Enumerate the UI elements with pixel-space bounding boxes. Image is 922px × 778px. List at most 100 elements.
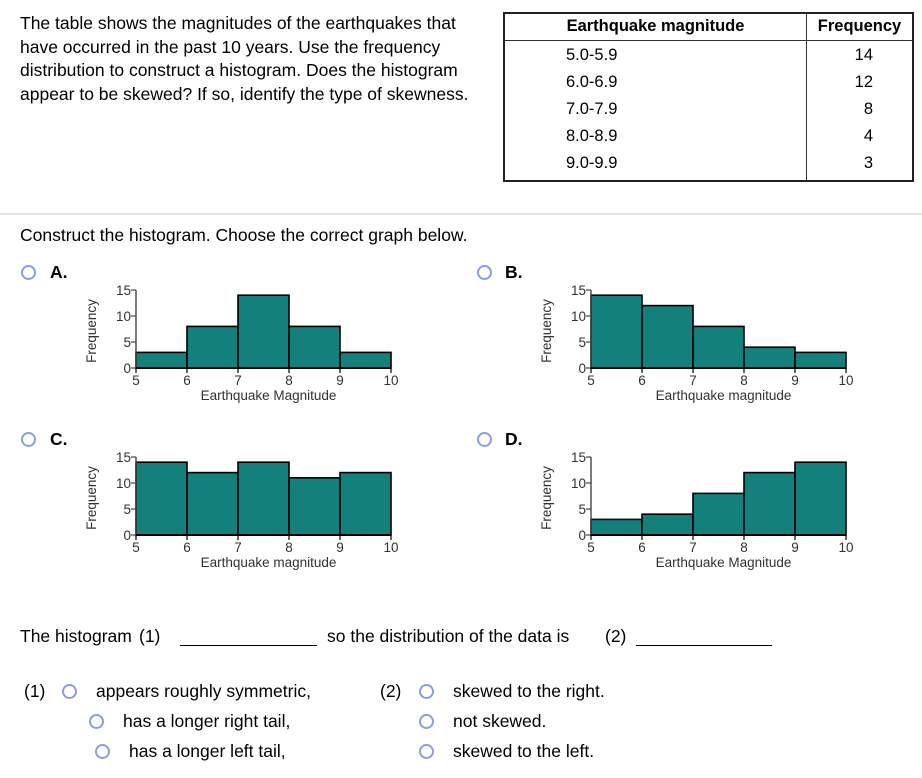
x-tick-label: 5 xyxy=(132,373,140,388)
histogram-bar xyxy=(794,461,847,536)
y-axis-label: Frequency xyxy=(539,466,554,530)
y-axis-label: Frequency xyxy=(539,299,554,363)
blank-2[interactable] xyxy=(636,645,772,646)
x-tick-label: 10 xyxy=(838,540,853,555)
x-tick-label: 6 xyxy=(638,540,646,555)
histogram-bar xyxy=(186,471,239,536)
y-tick-label: 5 xyxy=(123,502,131,517)
option-d-label: D. xyxy=(505,429,523,449)
x-tick-label: 6 xyxy=(638,373,646,388)
group1-choice-1[interactable]: appears roughly symmetric, xyxy=(96,681,311,702)
instruction-text: Construct the histogram. Choose the corr… xyxy=(20,225,468,245)
blank-1[interactable] xyxy=(180,645,317,646)
x-axis-label: Earthquake Magnitude xyxy=(201,388,337,403)
header-magnitude: Earthquake magnitude xyxy=(503,13,807,41)
option-b-radio[interactable] xyxy=(477,265,492,280)
histogram-bar xyxy=(641,304,694,369)
sentence-part2: so the distribution of the data is xyxy=(327,626,570,646)
x-tick-label: 6 xyxy=(183,373,191,388)
frequency-cell: 8 xyxy=(806,96,914,123)
histogram-bar xyxy=(590,294,643,369)
histogram-option-b: 0510155 6 7 8 9 10Earthquake magnitudeFrequen… xyxy=(539,283,854,403)
y-axis-label: Frequency xyxy=(84,466,99,530)
option-d-radio[interactable] xyxy=(477,432,492,447)
x-tick-label: 5 xyxy=(587,373,595,388)
y-tick-label: 15 xyxy=(116,450,131,465)
option-c-radio[interactable] xyxy=(21,432,36,447)
x-tick-label: 10 xyxy=(838,373,853,388)
histogram-bar xyxy=(339,351,392,369)
group2-choice-1-radio[interactable] xyxy=(419,684,434,699)
histogram-bar xyxy=(237,294,290,369)
option-a-radio[interactable] xyxy=(21,265,36,280)
histogram-option-a: 0510155 6 7 8 9 10Earthquake MagnitudeFrequen… xyxy=(84,283,399,403)
group1-choice-3-radio[interactable] xyxy=(95,744,110,759)
y-tick-label: 5 xyxy=(578,335,586,350)
frequency-cell: 14 xyxy=(806,40,914,69)
section-divider xyxy=(0,213,922,215)
histogram-bar xyxy=(135,351,188,369)
histogram-bar xyxy=(590,518,643,536)
y-tick-label: 0 xyxy=(123,361,131,376)
x-tick-label: 9 xyxy=(791,540,799,555)
histogram-bar xyxy=(743,346,796,369)
y-tick-label: 5 xyxy=(578,502,586,517)
histogram-bar xyxy=(339,471,392,536)
x-tick-label: 10 xyxy=(383,373,398,388)
y-tick-label: 10 xyxy=(116,309,131,324)
group1-choice-1-radio[interactable] xyxy=(62,684,77,699)
group2-choice-1[interactable]: skewed to the right. xyxy=(453,681,605,702)
group1-marker: (1) xyxy=(24,681,46,701)
histogram-bar xyxy=(135,461,188,536)
sentence-part1: The histogram xyxy=(20,626,132,646)
y-tick-label: 15 xyxy=(571,283,586,298)
table-row: 9.0-9.9 3 xyxy=(503,150,914,181)
table-row: 5.0-5.9 14 xyxy=(503,40,914,69)
x-tick-label: 6 xyxy=(183,540,191,555)
header-frequency: Frequency xyxy=(806,13,914,41)
group1-choice-3[interactable]: has a longer left tail, xyxy=(129,741,286,762)
magnitude-cell: 5.0-5.9 xyxy=(503,40,807,69)
frequency-cell: 3 xyxy=(806,150,914,181)
sentence-marker2: (2) xyxy=(605,626,627,646)
group2-marker: (2) xyxy=(380,681,402,701)
option-c-label: C. xyxy=(50,429,68,449)
x-tick-label: 8 xyxy=(740,373,748,388)
x-tick-label: 9 xyxy=(791,373,799,388)
x-tick-label: 10 xyxy=(383,540,398,555)
y-tick-label: 0 xyxy=(578,361,586,376)
group2-choice-3-radio[interactable] xyxy=(419,744,434,759)
histogram-bar xyxy=(641,513,694,536)
x-axis-label: Earthquake magnitude xyxy=(201,555,337,570)
x-tick-label: 7 xyxy=(689,540,697,555)
group1-choice-2[interactable]: has a longer right tail, xyxy=(123,711,290,732)
table-row: 8.0-8.9 4 xyxy=(503,123,914,150)
magnitude-cell: 8.0-8.9 xyxy=(503,123,807,150)
magnitude-cell: 9.0-9.9 xyxy=(503,150,807,181)
frequency-cell: 4 xyxy=(806,123,914,150)
histogram-bar xyxy=(692,325,745,369)
histogram-bar xyxy=(186,325,239,369)
y-tick-label: 0 xyxy=(578,528,586,543)
group2-choice-3[interactable]: skewed to the left. xyxy=(453,741,594,762)
histogram-bar xyxy=(288,476,341,536)
x-tick-label: 9 xyxy=(336,540,344,555)
y-tick-label: 10 xyxy=(571,309,586,324)
x-tick-label: 5 xyxy=(132,540,140,555)
y-tick-label: 15 xyxy=(571,450,586,465)
group2-choice-2-radio[interactable] xyxy=(419,714,434,729)
x-tick-label: 9 xyxy=(336,373,344,388)
y-tick-label: 10 xyxy=(571,476,586,491)
histogram-option-d: 0510155 6 7 8 9 10Earthquake MagnitudeFrequen… xyxy=(539,450,854,570)
histogram-bar xyxy=(692,492,745,536)
question-text: The table shows the magnitudes of the ea… xyxy=(20,13,469,104)
y-tick-label: 15 xyxy=(116,283,131,298)
table-row: 6.0-6.9 12 xyxy=(503,69,914,96)
y-tick-label: 5 xyxy=(123,335,131,350)
y-axis-label: Frequency xyxy=(84,299,99,363)
group2-choice-2[interactable]: not skewed. xyxy=(453,711,546,732)
table-row: 7.0-7.9 8 xyxy=(503,96,914,123)
x-axis-label: Earthquake Magnitude xyxy=(656,555,792,570)
histogram-bar xyxy=(794,351,847,369)
group1-choice-2-radio[interactable] xyxy=(89,714,104,729)
